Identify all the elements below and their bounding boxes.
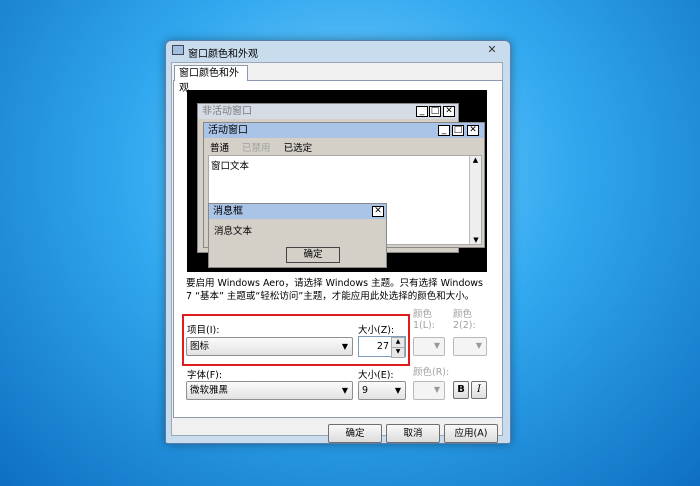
chevron-down-icon: ▼ bbox=[341, 386, 348, 395]
preview-active-close-icon: ✕ bbox=[467, 125, 479, 136]
font-select[interactable]: 微软雅黑 ▼ bbox=[186, 381, 353, 400]
chevron-down-icon: ▼ bbox=[433, 341, 440, 350]
font-label: 字体(F): bbox=[187, 370, 223, 381]
app-icon bbox=[172, 45, 184, 55]
preview-active-maximize-icon: □ bbox=[452, 125, 464, 136]
scroll-down-icon: ▼ bbox=[473, 236, 479, 244]
close-button[interactable]: ✕ bbox=[482, 43, 502, 57]
preview-msgbox-close-icon: ✕ bbox=[372, 206, 384, 217]
color2-label: 颜色 2(2): bbox=[453, 309, 476, 331]
ok-button[interactable]: 确定 bbox=[328, 424, 382, 443]
color1-label: 颜色 1(L): bbox=[413, 309, 435, 331]
apply-button[interactable]: 应用(A) bbox=[444, 424, 498, 443]
preview-menu-disabled: 已禁用 bbox=[242, 143, 271, 154]
aero-description: 要启用 Windows Aero，请选择 Windows 主题。只有选择 Win… bbox=[186, 278, 484, 302]
font-color-picker[interactable]: ▼ bbox=[413, 381, 445, 400]
preview-menu: 普通 已禁用 已选定 bbox=[210, 140, 322, 154]
preview-active-minimize-icon: _ bbox=[438, 125, 450, 136]
preview-maximize-icon: □ bbox=[429, 106, 441, 117]
font-size-label: 大小(E): bbox=[358, 370, 394, 381]
chevron-down-icon: ▼ bbox=[475, 341, 482, 350]
preview-menu-normal: 普通 bbox=[210, 143, 230, 154]
window-title: 窗口颜色和外观 bbox=[188, 49, 258, 60]
font-value: 微软雅黑 bbox=[190, 385, 229, 396]
italic-button[interactable]: I bbox=[471, 381, 487, 399]
highlight-box bbox=[182, 314, 410, 366]
chevron-down-icon: ▼ bbox=[433, 385, 440, 394]
tab-window-color[interactable]: 窗口颜色和外观 bbox=[174, 65, 248, 94]
chevron-down-icon: ▼ bbox=[394, 386, 401, 395]
preview-msgbox-title: 消息框 bbox=[209, 204, 386, 219]
font-size-value: 9 bbox=[362, 385, 369, 396]
preview-scrollbar: ▲ ▼ bbox=[469, 156, 481, 244]
preview-area: 非活动窗口 _ □ ✕ 活动窗口 _ □ ✕ 普通 已禁用 已选定 窗口文本 ▲… bbox=[187, 90, 487, 272]
bold-button[interactable]: B bbox=[453, 381, 469, 399]
font-color-label: 颜色(R): bbox=[413, 367, 450, 378]
preview-message-box: 消息框 ✕ 消息文本 确定 bbox=[208, 203, 387, 268]
cancel-button[interactable]: 取消 bbox=[386, 424, 440, 443]
color1-picker[interactable]: ▼ bbox=[413, 337, 445, 356]
preview-msgbox-ok: 确定 bbox=[286, 247, 340, 263]
preview-minimize-icon: _ bbox=[416, 106, 428, 117]
color2-picker[interactable]: ▼ bbox=[453, 337, 487, 356]
scroll-up-icon: ▲ bbox=[472, 156, 479, 164]
preview-close-icon: ✕ bbox=[443, 106, 455, 117]
preview-menu-selected: 已选定 bbox=[283, 143, 313, 154]
font-size-select[interactable]: 9 ▼ bbox=[358, 381, 406, 400]
preview-window-text: 窗口文本 bbox=[211, 161, 250, 172]
preview-msgbox-text: 消息文本 bbox=[214, 226, 253, 237]
